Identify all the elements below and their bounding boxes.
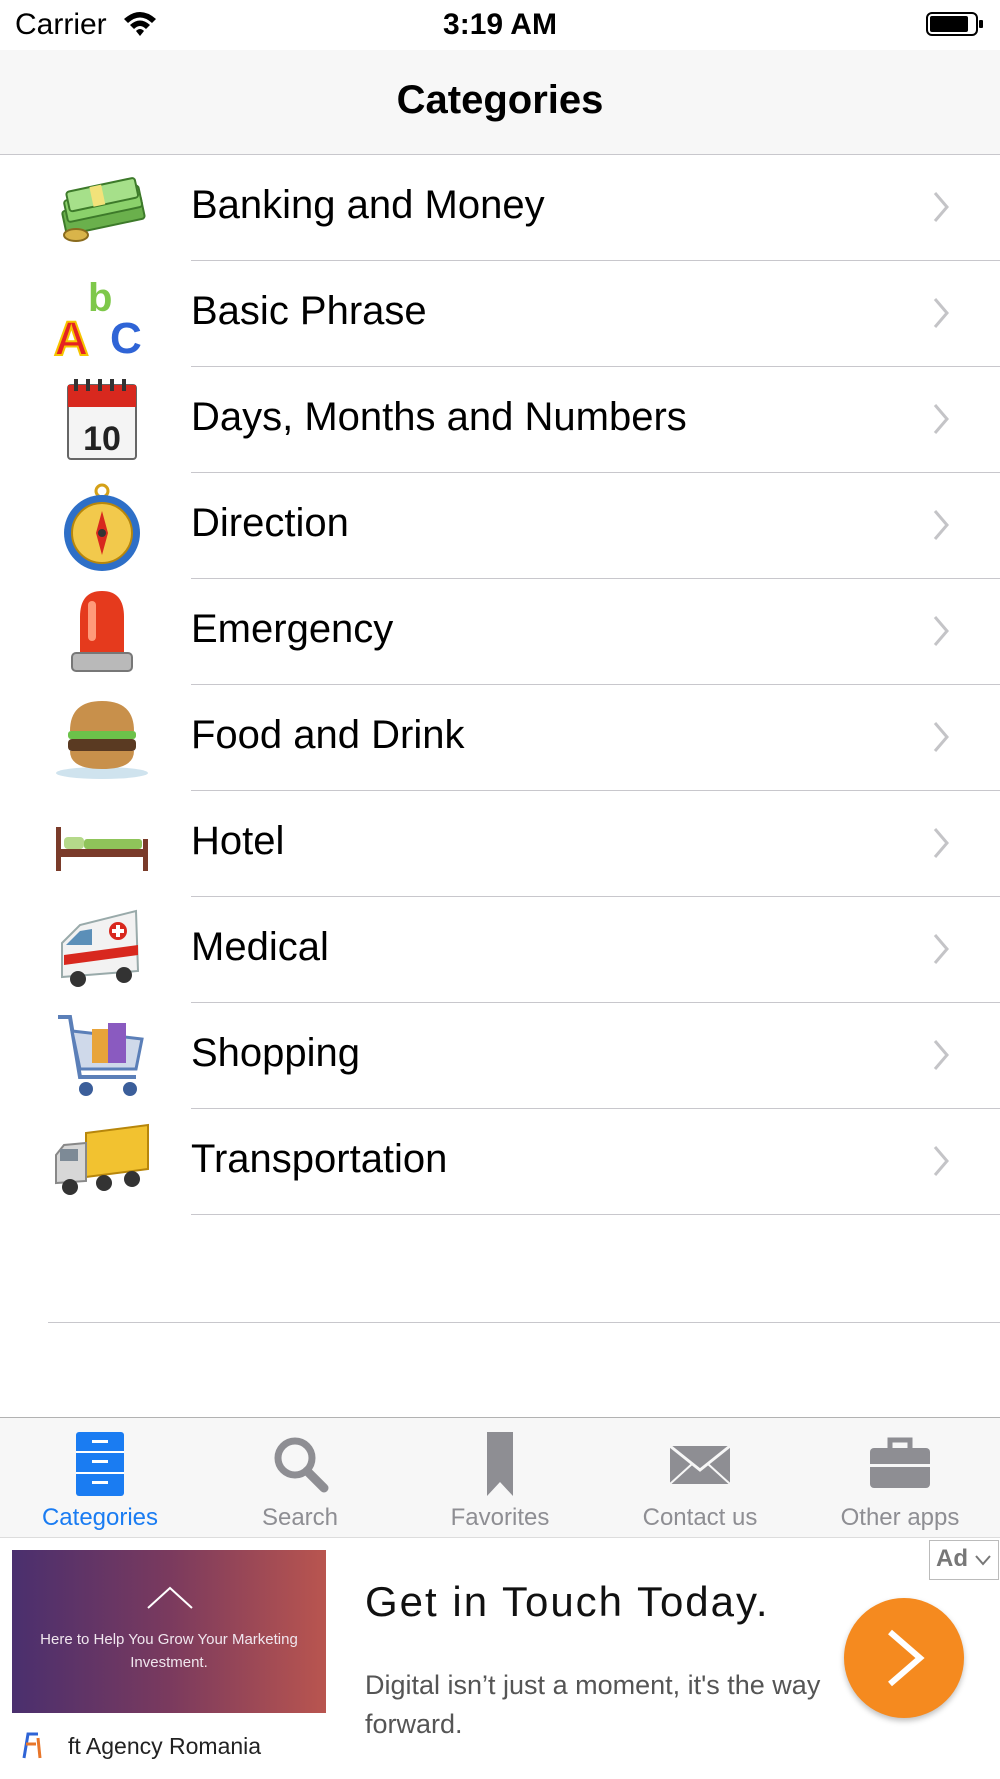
chevron-down-icon [975, 1555, 991, 1566]
category-label: Medical [191, 925, 329, 969]
tab-bar: Categories Search Favorites Contact us O… [0, 1417, 1000, 1538]
ambulance-icon [61, 909, 140, 987]
chevron-right-icon [933, 1040, 949, 1070]
bed-icon [56, 827, 148, 871]
svg-text:b: b [88, 276, 112, 320]
category-label: Banking and Money [191, 183, 545, 227]
tab-label: Contact us [642, 1504, 758, 1531]
envelope-icon [670, 1444, 730, 1485]
shopping-cart-icon [58, 1015, 144, 1096]
calendar-icon: 10 [67, 379, 137, 460]
search-icon [274, 1437, 329, 1493]
chevron-right-icon [933, 616, 949, 646]
category-label: Emergency [191, 607, 394, 651]
briefcase-icon [870, 1437, 930, 1488]
ad-headline[interactable]: Get in Touch Today. [365, 1578, 770, 1626]
tab-contact-us[interactable]: Contact us [600, 1418, 800, 1538]
ad-badge-label: Ad [936, 1545, 968, 1572]
category-row-basic-phrase[interactable]: A b C Basic Phrase [0, 261, 1000, 367]
battery-icon [926, 12, 983, 36]
ad-image-text: Here to Help You Grow Your Marketing Inv… [40, 1631, 298, 1671]
chevron-right-icon [933, 722, 949, 752]
page-title: Categories [396, 78, 604, 122]
chevron-right-icon [933, 192, 949, 222]
tab-search[interactable]: Search [200, 1418, 400, 1538]
category-row-banking[interactable]: Banking and Money [0, 155, 1000, 261]
category-list: Banking and Money A b C Basic Phrase 10 … [0, 155, 1000, 1215]
tab-categories[interactable]: Categories [0, 1418, 200, 1538]
ad-banner[interactable]: Here to Help You Grow Your Marketing Inv… [0, 1537, 1000, 1779]
ad-body: Digital isn’t just a moment, it's the wa… [365, 1670, 821, 1739]
chevron-right-icon [933, 828, 949, 858]
money-icon [61, 177, 146, 242]
category-label: Days, Months and Numbers [191, 395, 687, 439]
chevron-right-icon [933, 1146, 949, 1176]
tab-label: Favorites [450, 1504, 550, 1531]
tab-other-apps[interactable]: Other apps [800, 1418, 1000, 1538]
clock: 3:19 AM [443, 8, 557, 41]
ad-advertiser[interactable]: ft Agency Romania [68, 1733, 261, 1760]
chevron-right-icon [933, 510, 949, 540]
ad-cta-button[interactable] [844, 1598, 964, 1718]
category-row-medical[interactable]: Medical [0, 897, 1000, 1003]
category-label: Direction [191, 501, 349, 545]
category-row-hotel[interactable]: Hotel [0, 791, 1000, 897]
siren-icon [71, 591, 133, 672]
ad-choices-badge[interactable]: Ad [929, 1540, 999, 1580]
category-row-direction[interactable]: Direction [0, 473, 1000, 579]
svg-text:C: C [110, 314, 142, 359]
chevron-right-icon [933, 934, 949, 964]
chevron-right-icon [933, 298, 949, 328]
chevron-up-icon [147, 1586, 193, 1609]
category-label: Food and Drink [191, 713, 465, 757]
category-row-days-months-numbers[interactable]: 10 Days, Months and Numbers [0, 367, 1000, 473]
advertiser-logo-icon [22, 1732, 42, 1759]
bookmark-icon [487, 1432, 513, 1496]
svg-text:10: 10 [83, 420, 121, 458]
svg-text:A: A [54, 313, 89, 359]
chevron-right-icon [933, 404, 949, 434]
category-row-transportation[interactable]: Transportation [0, 1109, 1000, 1215]
truck-icon [55, 1123, 149, 1195]
file-cabinet-icon [76, 1432, 124, 1496]
burger-icon [56, 701, 148, 779]
ad-image[interactable]: Here to Help You Grow Your Marketing Inv… [12, 1550, 326, 1713]
tab-favorites[interactable]: Favorites [400, 1418, 600, 1538]
category-row-food-drink[interactable]: Food and Drink [0, 685, 1000, 791]
abc-letters-icon: A b C [53, 276, 142, 359]
tab-label: Categories [41, 1504, 159, 1531]
category-label: Shopping [191, 1031, 361, 1075]
category-label: Hotel [191, 819, 285, 863]
chevron-right-icon [888, 1629, 925, 1687]
category-row-emergency[interactable]: Emergency [0, 579, 1000, 685]
status-bar: Carrier 3:19 AM [0, 0, 1000, 50]
list-divider [48, 1322, 1000, 1323]
navigation-bar: Categories [0, 50, 1000, 155]
category-row-shopping[interactable]: Shopping [0, 1003, 1000, 1109]
category-label: Basic Phrase [191, 289, 427, 333]
tab-label: Other apps [840, 1504, 960, 1531]
compass-icon [64, 483, 140, 571]
category-label: Transportation [191, 1137, 448, 1181]
tab-label: Search [261, 1504, 339, 1531]
